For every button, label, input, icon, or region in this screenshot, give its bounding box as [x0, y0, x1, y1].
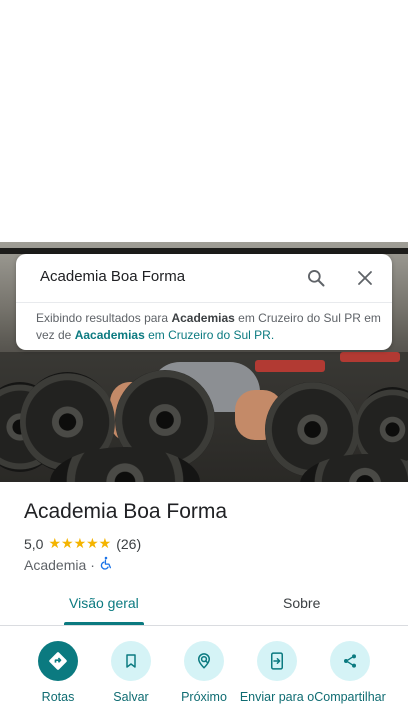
save-button[interactable]: Salvar: [91, 641, 171, 705]
directions-button[interactable]: Rotas: [18, 641, 98, 705]
save-label: Salvar: [113, 690, 149, 704]
category-separator: ·: [90, 556, 95, 573]
directions-label: Rotas: [41, 690, 75, 704]
photo-bench: [255, 360, 325, 372]
send-to-phone-icon[interactable]: [257, 641, 297, 681]
nearby-label: Próximo: [181, 690, 227, 704]
search-card: Academia Boa Forma Exibindo resultados p…: [16, 254, 392, 350]
wheelchair-accessible-icon: [99, 556, 113, 573]
notice-end: .: [270, 328, 275, 342]
notice-prefix: Exibindo resultados para: [36, 311, 169, 325]
tabs-divider: [0, 625, 408, 626]
category-row: Academia ·: [24, 556, 113, 573]
original-location-link[interactable]: em Cruzeiro do Sul PR: [148, 328, 271, 342]
share-button[interactable]: Compartilhar: [310, 641, 390, 705]
notice-location-shown: em Cruzeiro do Sul PR: [238, 311, 361, 325]
map-area-blank: [0, 0, 408, 242]
review-count[interactable]: (26): [116, 536, 141, 552]
nearby-icon[interactable]: [184, 641, 224, 681]
directions-icon[interactable]: [38, 641, 78, 681]
original-query-link[interactable]: Aacademias: [75, 328, 145, 342]
share-icon[interactable]: [330, 641, 370, 681]
search-bar[interactable]: Academia Boa Forma: [16, 254, 392, 302]
rating-stars-icon: ★★★★★: [48, 535, 112, 551]
search-divider: [16, 302, 392, 303]
place-category: Academia: [24, 556, 87, 573]
rating-row[interactable]: 5,0 ★★★★★ (26): [24, 535, 141, 552]
spelling-correction-notice: Exibindo resultados para Academias em Cr…: [36, 310, 381, 344]
share-label: Compartilhar: [314, 690, 386, 704]
tab-about[interactable]: Sobre: [283, 595, 320, 611]
rating-value: 5,0: [24, 535, 44, 552]
bookmark-icon[interactable]: [111, 641, 151, 681]
close-icon[interactable]: [351, 264, 379, 292]
place-title: Academia Boa Forma: [24, 500, 228, 523]
notice-term-shown: Academias: [171, 311, 235, 325]
send-to-phone-button[interactable]: Enviar para o: [237, 641, 317, 705]
send-to-phone-label: Enviar para o: [239, 690, 315, 704]
search-icon[interactable]: [302, 264, 330, 292]
tab-overview[interactable]: Visão geral: [69, 595, 139, 611]
search-input[interactable]: Academia Boa Forma: [40, 268, 185, 285]
nearby-button[interactable]: Próximo: [164, 641, 244, 705]
photo-bench: [340, 352, 400, 362]
